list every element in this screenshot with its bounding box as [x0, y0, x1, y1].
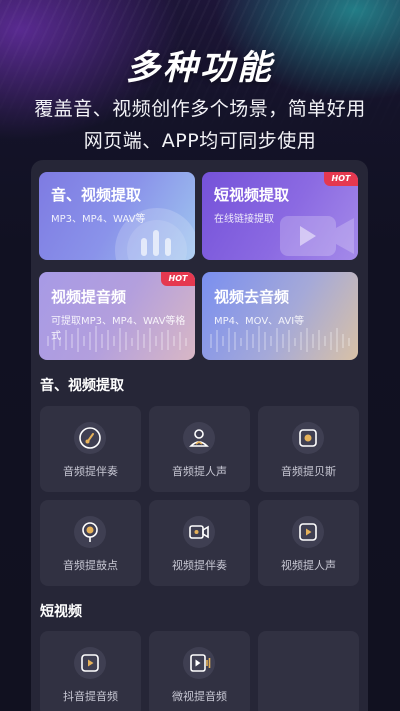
tool-audio-vocals[interactable]: 音频提人声: [149, 406, 250, 492]
tool-douyin-audio[interactable]: 抖音提音频: [40, 631, 141, 711]
card-title: 视频提音频: [51, 288, 127, 306]
card-video-to-audio[interactable]: HOT 视频提音频 可提取MP3、MP4、WAV等格式: [39, 272, 195, 360]
video-play-icon: [292, 516, 324, 548]
person-voice-icon: [183, 422, 215, 454]
drum-pin-icon: [74, 516, 106, 548]
card-subtitle: 可提取MP3、MP4、WAV等格式: [51, 316, 186, 342]
tool-video-accompaniment[interactable]: 视频提伴奏: [149, 500, 250, 586]
video-audio-icon: [183, 647, 215, 679]
card-subtitle: MP3、MP4、WAV等: [51, 214, 146, 225]
card-title: 音、视频提取: [51, 186, 142, 204]
tool-label: 音频提鼓点: [63, 559, 118, 572]
tool-label: 抖音提音频: [63, 690, 118, 703]
card-subtitle: 在线链接提取: [214, 214, 274, 225]
app-panel: 音、视频提取 MP3、MP4、WAV等 HOT 短视频提取 在线链接提取 HOT…: [31, 160, 368, 711]
card-short-video-extract[interactable]: HOT 短视频提取 在线链接提取: [202, 172, 358, 260]
card-subtitle: MP4、MOV、AVI等: [214, 316, 305, 327]
subtitle-line-1: 覆盖音、视频创作多个场景，简单好用: [34, 98, 366, 120]
tool-audio-drums[interactable]: 音频提鼓点: [40, 500, 141, 586]
card-title: 短视频提取: [214, 186, 290, 204]
tool-video-vocals[interactable]: 视频提人声: [258, 500, 359, 586]
tool-audio-accompaniment[interactable]: 音频提伴奏: [40, 406, 141, 492]
guitar-icon: [74, 422, 106, 454]
hot-badge: HOT: [161, 272, 195, 286]
tool-label: 微视提音频: [172, 690, 227, 703]
video-play-icon: [74, 647, 106, 679]
section-title-short-video: 短视频: [40, 604, 82, 620]
tool-weishi-audio[interactable]: 微视提音频: [149, 631, 250, 711]
tool-label: 音频提人声: [172, 465, 227, 478]
tool-label: 视频提伴奏: [172, 559, 227, 572]
card-audio-video-extract[interactable]: 音、视频提取 MP3、MP4、WAV等: [39, 172, 195, 260]
headline: 多种功能: [126, 48, 274, 88]
tool-audio-bass[interactable]: 音频提贝斯: [258, 406, 359, 492]
hot-badge: HOT: [324, 172, 358, 186]
section-title-extract: 音、视频提取: [40, 378, 124, 394]
card-remove-audio[interactable]: 视频去音频 MP4、MOV、AVI等: [202, 272, 358, 360]
tool-label: 音频提伴奏: [63, 465, 118, 478]
video-camera-icon: [183, 516, 215, 548]
tool-label: 音频提贝斯: [281, 465, 336, 478]
speaker-icon: [292, 422, 324, 454]
subtitle-line-2: 网页端、APP均可同步使用: [83, 130, 317, 152]
card-title: 视频去音频: [214, 288, 290, 306]
tool-label: 视频提人声: [281, 559, 336, 572]
tool-placeholder[interactable]: [258, 631, 359, 711]
